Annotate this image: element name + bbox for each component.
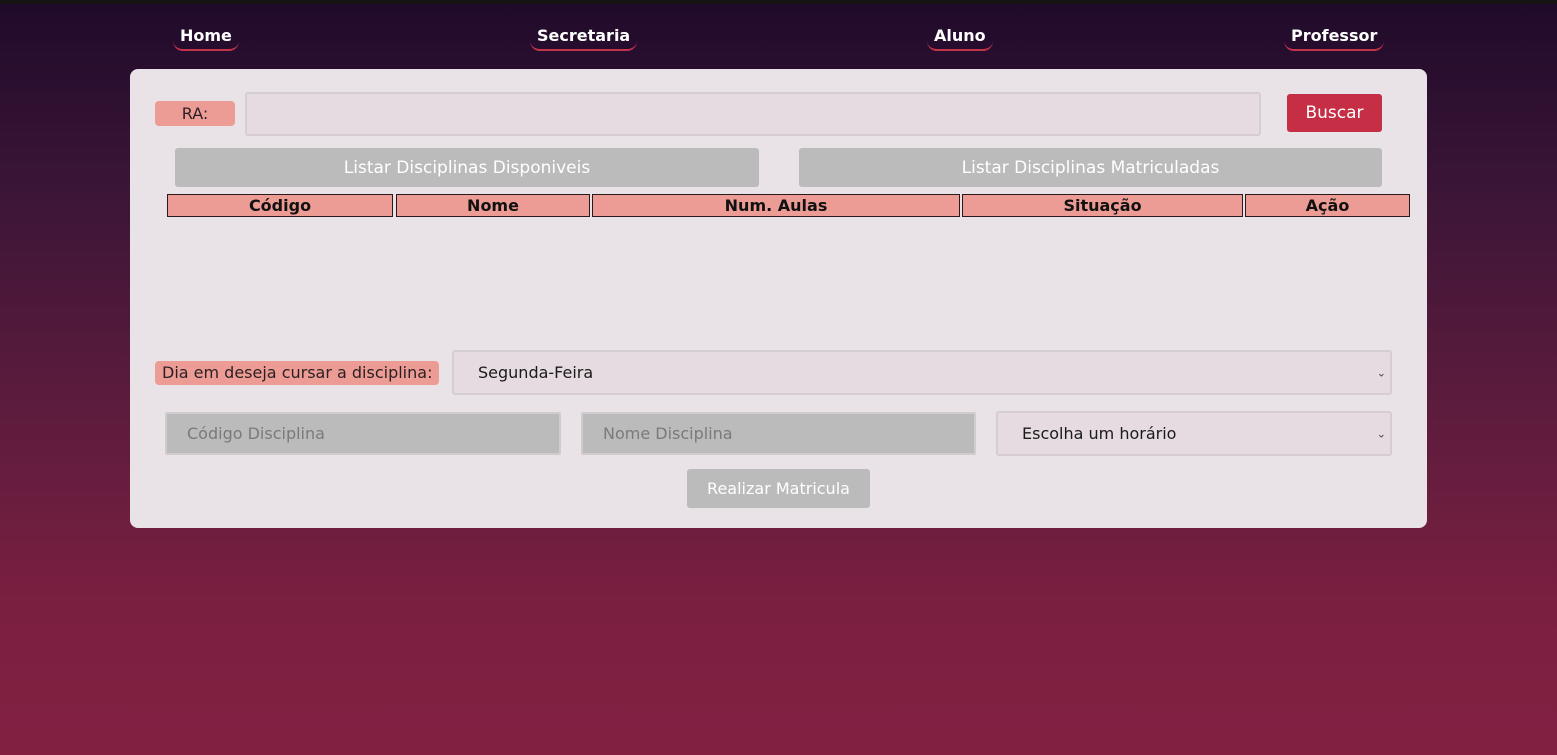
nome-disciplina-input[interactable]: Nome Disciplina (581, 412, 976, 455)
nav-secretaria-link[interactable]: Secretaria (530, 26, 638, 51)
column-header-nome: Nome (396, 194, 590, 217)
nav-aluno-link[interactable]: Aluno (927, 26, 993, 51)
ra-input[interactable] (245, 92, 1261, 136)
listar-matriculadas-button[interactable]: Listar Disciplinas Matriculadas (799, 148, 1382, 187)
chevron-down-icon: ⌄ (1376, 366, 1386, 379)
chevron-down-icon: ⌄ (1376, 427, 1386, 440)
realizar-matricula-button[interactable]: Realizar Matricula (687, 469, 870, 508)
nav-home-link[interactable]: Home (173, 26, 239, 51)
column-header-acao: Ação (1245, 194, 1410, 217)
buscar-button[interactable]: Buscar (1287, 94, 1382, 132)
column-header-codigo: Código (167, 194, 393, 217)
dia-label: Dia em deseja cursar a disciplina: (155, 361, 440, 385)
ra-label: RA: (155, 101, 235, 126)
nav-professor-link[interactable]: Professor (1284, 26, 1385, 51)
column-header-num-aulas: Num. Aulas (592, 194, 960, 217)
listar-disponiveis-button[interactable]: Listar Disciplinas Disponiveis (175, 148, 759, 187)
horario-select-value: Escolha um horário (1022, 424, 1177, 443)
matricula-panel: RA: Buscar Listar Disciplinas Disponivei… (130, 69, 1427, 528)
dia-select[interactable]: Segunda-Feira ⌄ (452, 350, 1392, 395)
dia-select-value: Segunda-Feira (478, 363, 594, 382)
codigo-disciplina-input[interactable]: Código Disciplina (165, 412, 561, 455)
column-header-situacao: Situação (962, 194, 1243, 217)
main-nav: Home Secretaria Aluno Professor (0, 0, 1557, 60)
horario-select[interactable]: Escolha um horário ⌄ (996, 411, 1392, 456)
